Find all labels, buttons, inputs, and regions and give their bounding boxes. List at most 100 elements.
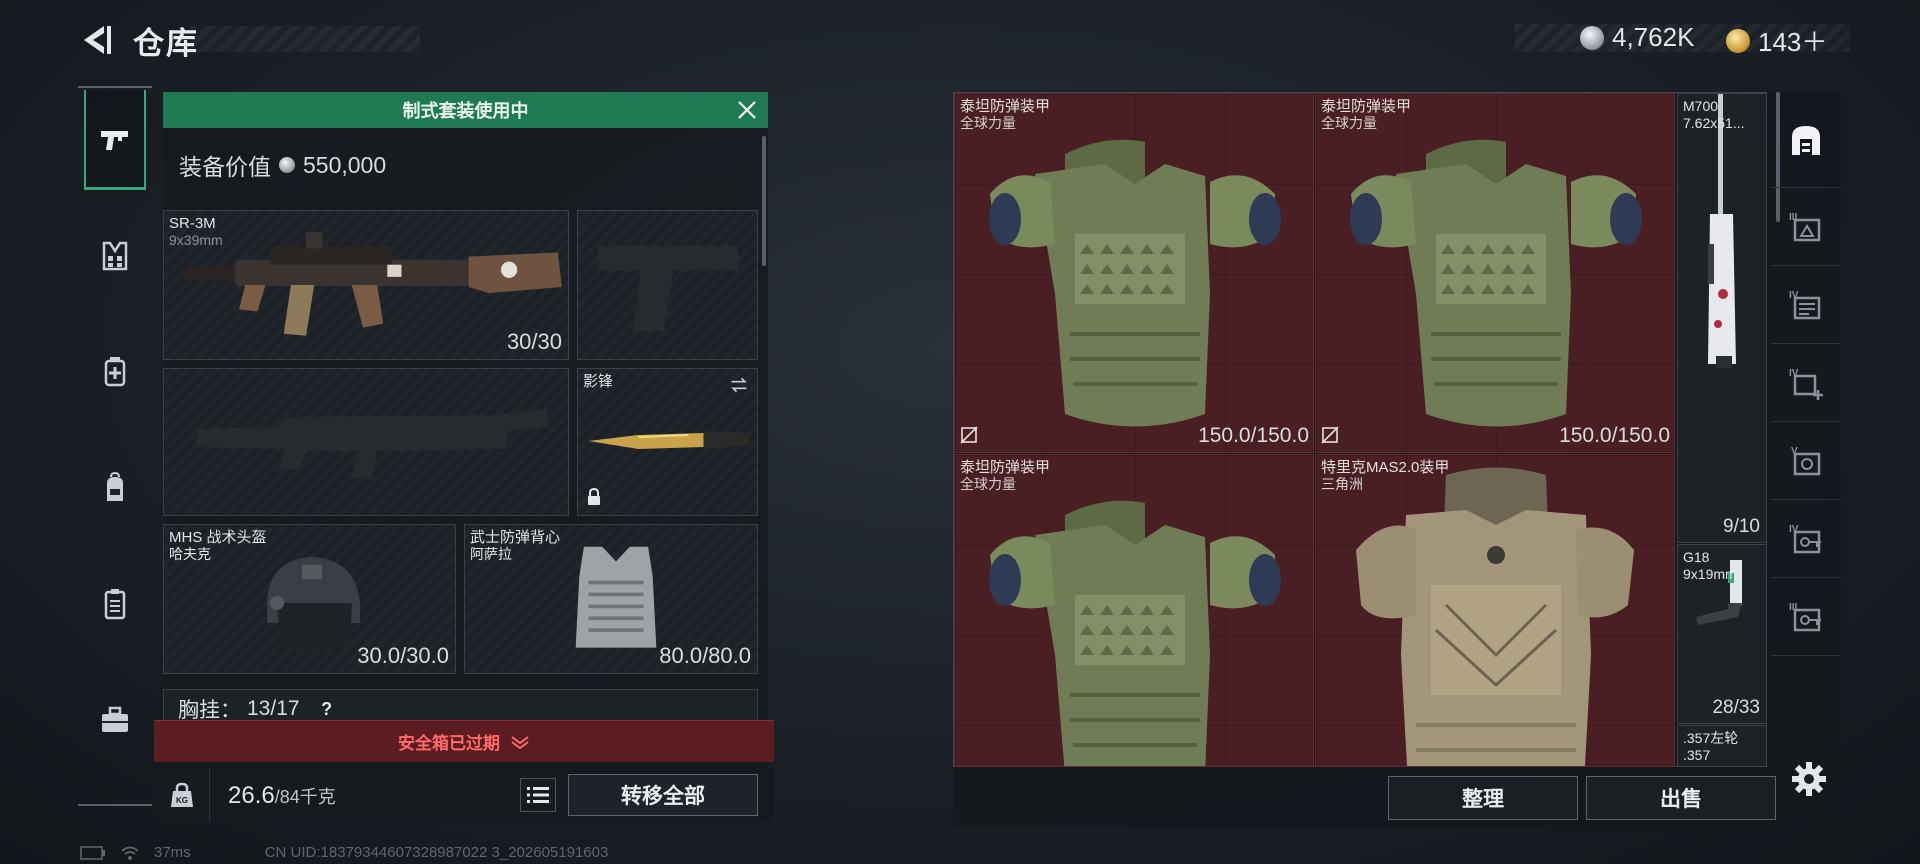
carry-weight-value: 26.6: [228, 782, 275, 809]
gold-currency[interactable]: 143＋: [1726, 22, 1827, 59]
mas-armor-image: [1356, 467, 1634, 766]
category-nav: [78, 86, 152, 806]
filter-tier-iii[interactable]: III: [1771, 188, 1841, 266]
silver-coin-icon: [1580, 25, 1604, 50]
loadout-scrollbar[interactable]: [762, 136, 766, 266]
list-view-button[interactable]: [520, 778, 556, 812]
primary-weapon-name: SR-3M: [169, 215, 216, 232]
pistol-slot[interactable]: [577, 210, 758, 360]
back-button[interactable]: [78, 22, 114, 58]
armor-slot[interactable]: 武士防弹背心 阿萨拉 80.0/80.0: [464, 524, 758, 674]
gold-currency-value: 143＋: [1758, 27, 1828, 57]
armor-durability: 80.0/80.0: [659, 643, 751, 668]
sort-button[interactable]: 整理: [1388, 776, 1578, 820]
storage-item-vest[interactable]: 泰坦防弹装甲 全球力量: [954, 454, 1314, 767]
item-caliber: .357: [1683, 747, 1711, 763]
pistol-placeholder-icon: [598, 246, 739, 331]
vest-name: 泰坦防弹装甲: [960, 459, 1051, 476]
vest-image: [575, 546, 657, 648]
no-repair-icon: [1321, 426, 1339, 444]
filter-label: III: [1789, 212, 1798, 223]
vest-name: 泰坦防弹装甲: [960, 98, 1051, 115]
storage-item-vest[interactable]: 泰坦防弹装甲 全球力量 150.0/150.0: [1315, 93, 1675, 453]
storage-home-icon: [1792, 125, 1820, 155]
helmet-image: [267, 557, 360, 651]
m700-image: [1708, 94, 1736, 368]
storage-item-vest[interactable]: 特里克MAS2.0装甲 三角洲: [1315, 454, 1675, 767]
filter-tier-iii-key[interactable]: III: [1771, 578, 1841, 656]
nav-item-backpack[interactable]: [84, 438, 146, 538]
wifi-icon: [121, 846, 139, 860]
helmet-slot[interactable]: MHS 战术头盔 哈夫克 30.0/30.0: [163, 524, 456, 674]
helmet-brand: 哈夫克: [169, 546, 211, 562]
medkit-icon: [104, 357, 126, 387]
item-name: .357左轮: [1683, 730, 1739, 746]
filter-tier-iv-medical[interactable]: IV: [1771, 344, 1841, 422]
vest-name: 泰坦防弹装甲: [1321, 98, 1412, 115]
gear-icon: [1792, 762, 1826, 796]
close-banner-button[interactable]: [732, 95, 762, 125]
preset-kit-text: 制式套装使用中: [402, 101, 529, 121]
lock-icon: [588, 487, 600, 505]
filter-iv-key-icon: IV: [1789, 524, 1821, 553]
helmet-name: MHS 战术头盔: [169, 529, 267, 546]
knife-image: [588, 431, 751, 449]
filter-tier-iv[interactable]: IV: [1771, 266, 1841, 344]
gold-coin-icon: [1726, 28, 1750, 53]
melee-slot[interactable]: 影锋: [577, 368, 758, 516]
titan-armor-image: [989, 139, 1281, 427]
back-arrow-icon: [84, 26, 111, 54]
nav-item-medical[interactable]: [84, 322, 146, 422]
carry-weight: 26.6/84千克: [228, 782, 336, 810]
helmet-durability: 30.0/30.0: [357, 643, 449, 668]
secondary-weapon-slot[interactable]: [163, 368, 569, 516]
filter-tier-v[interactable]: V: [1771, 422, 1841, 500]
equipment-value-amount: 550,000: [303, 151, 387, 178]
storage-item-vest[interactable]: 泰坦防弹装甲 全球力量 150.0/150.0: [954, 93, 1314, 453]
primary-weapon-slot[interactable]: SR-3M 9x39mm 30/30: [163, 210, 569, 360]
armor-name: 武士防弹背心: [470, 529, 561, 546]
safe-box-expired-bar[interactable]: 安全箱已过期: [154, 720, 774, 762]
battery-icon: [80, 845, 105, 860]
item-count: 9/10: [1723, 516, 1760, 537]
item-caliber: 9x19mm: [1683, 566, 1737, 582]
filter-label: III: [1789, 602, 1798, 613]
loadout-panel: 制式套装使用中 装备价值 550,000 SR-3M 9x39mm 30/30: [154, 92, 774, 822]
svg-text:KG: KG: [176, 796, 188, 805]
vest-brand: 全球力量: [1321, 115, 1377, 131]
close-icon: [738, 101, 756, 119]
sell-button[interactable]: 出售: [1586, 776, 1776, 820]
nav-item-containers[interactable]: [84, 554, 146, 654]
clipboard-icon: [104, 589, 126, 620]
nav-divider-bottom: [78, 804, 152, 806]
weight-icon: KG: [154, 768, 210, 822]
silver-currency-value: 4,762K: [1612, 22, 1695, 52]
nav-item-weapons[interactable]: [84, 90, 146, 190]
filter-all[interactable]: [1771, 92, 1841, 188]
preset-kit-banner: 制式套装使用中: [163, 92, 768, 128]
primary-weapon-count: 30/30: [506, 329, 562, 354]
chest-rig-count: 13/17: [247, 697, 300, 720]
silver-currency[interactable]: 4,762K: [1580, 22, 1694, 53]
safe-box-expired-text: 安全箱已过期: [398, 734, 500, 753]
filter-iii-icon: III: [1789, 212, 1821, 241]
list-icon: [527, 787, 549, 803]
storage-item-pistol[interactable]: G18 9x19mm 28/33: [1677, 544, 1767, 724]
settings-button[interactable]: [1790, 760, 1828, 798]
storage-item-sniper-rifle[interactable]: M700 7.62x51... 9/10: [1677, 93, 1767, 543]
transfer-all-button[interactable]: 转移全部: [568, 774, 758, 816]
no-repair-icon: [960, 426, 978, 444]
page-title: 仓库: [133, 26, 199, 61]
help-icon[interactable]: ?: [316, 698, 338, 720]
equipment-value-label: 装备价值: [179, 154, 271, 180]
kettlebell-icon: KG: [170, 782, 193, 807]
storage-item-revolver[interactable]: .357左轮 .357: [1677, 725, 1767, 767]
vest-brand: 全球力量: [960, 115, 1016, 131]
vest-name: 特里克MAS2.0装甲: [1321, 459, 1450, 476]
filter-iv-icon: IV: [1789, 290, 1821, 319]
filter-tier-iv-key[interactable]: IV: [1771, 500, 1841, 578]
carry-weight-max: /84千克: [274, 787, 336, 807]
primary-weapon-ammo: 9x39mm: [169, 232, 223, 248]
nav-item-armor[interactable]: [84, 206, 146, 306]
nav-item-tools[interactable]: [84, 670, 146, 770]
